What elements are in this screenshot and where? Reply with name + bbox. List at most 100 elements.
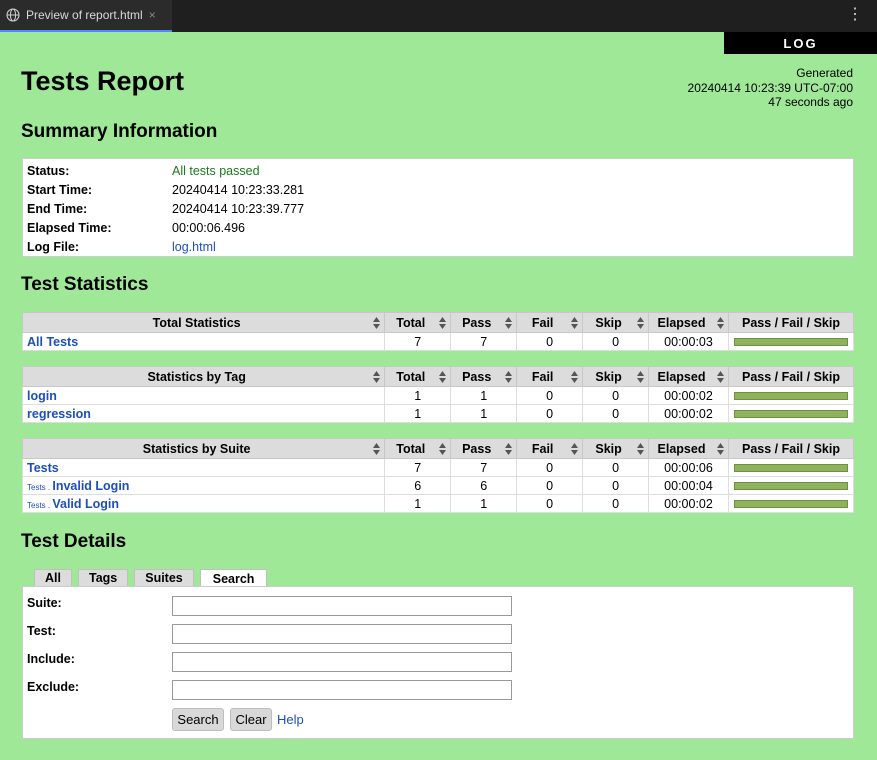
table-row: regression 1 1 0 0 00:00:02 [21,404,855,423]
column-label: Pass [462,369,492,384]
stat-pass-cell: 6 [450,476,518,495]
stat-skip-cell: 0 [582,458,650,477]
stats-header-label: Statistics by Tag [147,369,246,384]
stats-header-fail[interactable]: Fail [516,438,584,459]
stat-pass-cell: 7 [450,332,518,351]
stats-header-elapsed[interactable]: Elapsed [648,312,729,333]
stats-header-pass[interactable]: Pass [450,366,518,387]
suite-statistics-table: Statistics by Suite Total Pass Fail Skip Elap… [21,438,855,513]
stats-header-row: Total Statistics Total Pass Fail Skip Elapsed… [21,312,855,333]
help-link[interactable]: Help [277,712,304,727]
stat-total-cell: 1 [384,494,452,513]
stats-header-name[interactable]: Total Statistics [21,312,386,333]
column-label: Pass [462,315,492,330]
pass-bar [733,499,848,508]
clear-button[interactable]: Clear [230,708,272,731]
exclude-input[interactable] [172,680,512,700]
stats-header-graph: Pass / Fail / Skip [727,438,855,459]
stat-name-link[interactable]: Valid Login [52,497,119,511]
stat-name-cell[interactable]: regression [21,404,386,423]
stats-header-elapsed[interactable]: Elapsed [648,438,729,459]
include-input[interactable] [172,652,512,672]
stat-name-link[interactable]: Invalid Login [52,479,129,493]
page-title: Tests Report [21,66,185,96]
stat-name-cell[interactable]: login [21,386,386,405]
globe-icon [6,8,20,22]
pass-bar [733,481,848,490]
pass-bar [733,409,848,418]
stat-name-cell[interactable]: All Tests [21,332,386,351]
column-label: Pass [462,441,492,456]
test-label: Test: [27,624,56,638]
column-label: Total [396,369,426,384]
column-label: Fail [531,441,554,456]
stat-name-link[interactable]: login [27,389,57,403]
tab-tags[interactable]: Tags [77,569,129,586]
stat-name-cell[interactable]: Tests . Invalid Login [21,476,386,495]
log-file-link[interactable]: log.html [172,240,216,254]
tab-all[interactable]: All [34,569,72,586]
stat-elapsed-cell: 00:00:06 [648,458,729,477]
stat-pass-cell: 1 [450,386,518,405]
stats-header-row: Statistics by Suite Total Pass Fail Skip Elap… [21,438,855,459]
stat-graph-cell [727,458,855,477]
summary-heading: Summary Information [21,121,218,142]
test-input[interactable] [172,624,512,644]
generated-info: Generated 20240414 10:23:39 UTC-07:00 47… [688,66,853,110]
close-icon[interactable]: × [149,8,156,22]
stats-header-skip[interactable]: Skip [582,438,650,459]
stats-header-name[interactable]: Statistics by Tag [21,366,386,387]
tag-statistics-table: Statistics by Tag Total Pass Fail Skip Elapse… [21,366,855,423]
stat-skip-cell: 0 [582,386,650,405]
stat-graph-cell [727,476,855,495]
search-button[interactable]: Search [172,708,224,731]
details-heading: Test Details [21,531,127,552]
stats-header-pass[interactable]: Pass [450,312,518,333]
stats-header-name[interactable]: Statistics by Suite [21,438,386,459]
column-label: Pass / Fail / Skip [742,369,840,384]
include-label: Include: [27,652,75,666]
stat-skip-cell: 0 [582,332,650,351]
browser-tab[interactable]: Preview of report.html × [0,0,172,32]
log-button[interactable]: LOG [724,32,877,54]
browser-tab-bar: Preview of report.html × ⋮ [0,0,877,32]
stats-header-skip[interactable]: Skip [582,366,650,387]
stat-name-link[interactable]: All Tests [27,335,78,349]
stat-pass-cell: 1 [450,494,518,513]
pass-bar [733,391,848,400]
start-time-label: Start Time: [27,182,93,197]
stat-elapsed-cell: 00:00:02 [648,404,729,423]
search-panel: Suite: Test: Include: Exclude: Search Cl… [22,586,854,739]
status-value: All tests passed [172,163,260,178]
stats-header-fail[interactable]: Fail [516,312,584,333]
more-menu-icon[interactable]: ⋮ [847,7,863,23]
stats-header-total[interactable]: Total [384,438,452,459]
stats-header-elapsed[interactable]: Elapsed [648,366,729,387]
stat-total-cell: 1 [384,386,452,405]
stats-header-fail[interactable]: Fail [516,366,584,387]
column-label: Skip [595,369,622,384]
tab-search[interactable]: Search [199,569,268,587]
stat-name-link[interactable]: regression [27,407,91,421]
stat-name-cell[interactable]: Tests . Valid Login [21,494,386,513]
stats-header-pass[interactable]: Pass [450,438,518,459]
suite-input[interactable] [172,596,512,616]
stat-name-cell[interactable]: Tests [21,458,386,477]
table-row: Tests 7 7 0 0 00:00:06 [21,458,855,477]
stats-header-total[interactable]: Total [384,312,452,333]
summary-table: Status: All tests passed Start Time: 202… [22,158,854,257]
column-label: Elapsed [657,315,706,330]
stat-skip-cell: 0 [582,476,650,495]
stat-name-link[interactable]: Tests [27,461,59,475]
stats-header-total[interactable]: Total [384,366,452,387]
stats-header-graph: Pass / Fail / Skip [727,366,855,387]
stat-fail-cell: 0 [516,458,584,477]
generated-ago: 47 seconds ago [768,95,853,109]
pass-bar [733,337,848,346]
total-statistics-table: Total Statistics Total Pass Fail Skip Elapsed… [21,312,855,351]
statistics-heading: Test Statistics [21,274,149,295]
status-label: Status: [27,163,70,178]
stats-header-label: Total Statistics [152,315,241,330]
stats-header-skip[interactable]: Skip [582,312,650,333]
tab-suites[interactable]: Suites [134,569,194,586]
